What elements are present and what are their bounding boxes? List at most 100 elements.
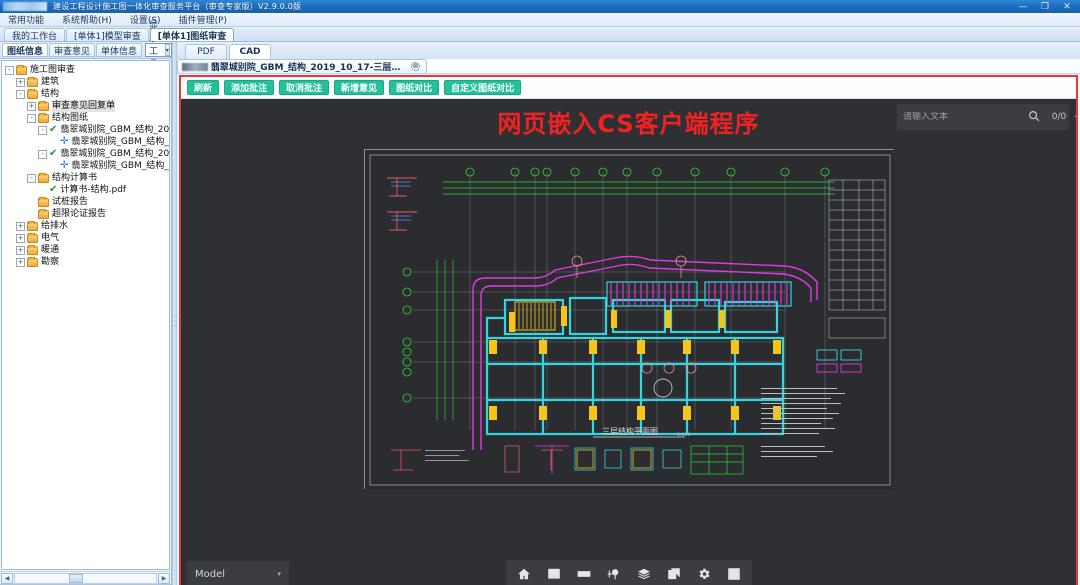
add-annotation-button[interactable]: 添加批注: [224, 80, 275, 95]
tree-node[interactable]: -✔翡翠城别院_GBM_结构_2019_10_17-三: [5, 124, 169, 136]
tree-node-label: 试桩报告: [52, 197, 89, 207]
search-input[interactable]: [903, 112, 1023, 122]
cancel-annotation-button[interactable]: 取消批注: [279, 80, 330, 95]
expand-toggle-icon[interactable]: +: [16, 221, 25, 231]
folder-icon: [27, 256, 38, 267]
tree-node-label: 审查意见回复单: [52, 100, 116, 112]
add-comment-button[interactable]: 新增意见: [334, 80, 385, 95]
expand-toggle-icon[interactable]: +: [16, 257, 25, 267]
subtab-drawing-info[interactable]: 图纸信息: [2, 43, 49, 57]
tree-node[interactable]: + 暖通: [5, 244, 169, 256]
tree-node[interactable]: ✔ 计算书-结构.pdf: [5, 184, 169, 196]
subtab-unit-info[interactable]: 单体信息: [96, 43, 143, 57]
tree-node[interactable]: + 勘察: [5, 256, 169, 268]
pages-icon[interactable]: [664, 564, 684, 584]
collapse-toggle-icon[interactable]: -: [27, 173, 36, 183]
tab-pdf[interactable]: PDF: [185, 44, 227, 59]
drawing-sheet[interactable]: 三层结构平面图 1:100: [363, 149, 895, 490]
tree-node[interactable]: + 给排水: [5, 220, 169, 232]
scroll-right-arrow-icon[interactable]: ▶: [158, 572, 170, 584]
tree-node-label: 结构计算书: [52, 173, 98, 183]
menu-item-plugins[interactable]: 插件管理(P): [177, 13, 229, 26]
tree-node[interactable]: - 结构计算书: [5, 172, 169, 184]
tree-node[interactable]: - 施工图审查: [5, 64, 169, 76]
layers-icon[interactable]: [634, 564, 654, 584]
subtab-review-comments[interactable]: 审查意见: [49, 43, 96, 57]
checked-file-icon: ✔: [49, 184, 58, 195]
drawing-tree-panel[interactable]: - 施工图审查 + 建筑 - 结构 + 审查意见回复单 - 结构图纸 - ✔ 翡翠城别院_GBM_结构_…: [1, 60, 170, 570]
tree-node[interactable]: - 结构图纸: [5, 112, 169, 124]
scroll-thumb[interactable]: [68, 573, 83, 583]
tab-model-review[interactable]: [单体1]模型审查: [66, 28, 149, 42]
chevron-down-icon[interactable]: ▾: [277, 570, 281, 578]
expand-toggle-icon[interactable]: +: [16, 245, 25, 255]
body-split: 图纸信息 审查意见 单体信息 显示工具条 ▾ - 施工图审查 + 建筑 - 结构 + 审查意见…: [0, 21, 1080, 585]
toolbar-visibility-select[interactable]: 显示工具条 ▾: [145, 21, 173, 83]
folder-icon: [27, 88, 38, 99]
checked-file-icon: ✔: [49, 148, 58, 159]
search-icon[interactable]: [1028, 110, 1040, 125]
minimize-button[interactable]: —: [1012, 0, 1034, 13]
zoom-region-icon[interactable]: [544, 564, 564, 584]
tree-node[interactable]: 超限论证报告: [5, 208, 169, 220]
tree-node[interactable]: + 审查意见回复单: [5, 100, 169, 112]
drawing-sheet-icon: ✛: [60, 160, 69, 171]
tree-node-label: 结构图纸: [52, 113, 89, 123]
collapse-toggle-icon[interactable]: -: [38, 149, 47, 159]
measure-icon[interactable]: [574, 564, 594, 584]
tree-node-label: 翡翠城别院_GBM_结构_2019_10_1: [71, 161, 169, 171]
tree-node-label: 建筑: [41, 77, 60, 87]
scroll-track[interactable]: [14, 572, 157, 584]
tab-workbench[interactable]: 我的工作台: [4, 28, 66, 42]
drawing-compare-button[interactable]: 图纸对比: [389, 80, 440, 95]
tree-node[interactable]: ✛翡翠城别院_GBM_结构_2019_10_1: [5, 136, 169, 148]
maximize-button[interactable]: ❐: [1034, 0, 1056, 13]
expand-toggle-icon[interactable]: +: [16, 77, 25, 87]
text-search-box[interactable]: 0/0: [897, 104, 1076, 130]
folder-icon: [16, 64, 27, 75]
application-window: 建设工程设计施工图一体化审查服务平台（审查专家版）V2.9.0.0版 — ❐ ✕…: [0, 0, 1080, 585]
close-icon[interactable]: ⊗: [411, 62, 420, 71]
tree-node[interactable]: 试桩报告: [5, 196, 169, 208]
collapse-toggle-icon[interactable]: -: [38, 125, 47, 135]
file-tab[interactable]: 翡翠城别院_GBM_结构_2019_10_17-三层结构平面图-2.dwg ⊗: [177, 59, 427, 73]
refresh-button[interactable]: 刷新: [187, 80, 220, 95]
tree-node[interactable]: - 结构: [5, 88, 169, 100]
tree-node-label: 施工图审查: [30, 65, 76, 75]
tree-node[interactable]: + 电气: [5, 232, 169, 244]
search-prev-icon[interactable]: [1073, 110, 1076, 124]
tree-node[interactable]: -✔翡翠城别院_GBM_结构_2019_10_17-四: [5, 148, 169, 160]
menu-item-help[interactable]: 系统帮助(H): [60, 13, 114, 26]
structural-floor-plan: 三层结构平面图 1:100: [364, 150, 895, 490]
collapse-toggle-icon[interactable]: -: [5, 65, 14, 75]
expand-toggle-icon[interactable]: +: [16, 233, 25, 243]
model-layout-select[interactable]: Model ▾: [187, 561, 289, 585]
right-panel: PDF CAD 翡翠城别院_GBM_结构_2019_10_17-三层结构平面图-…: [177, 42, 1080, 585]
collapse-toggle-icon[interactable]: -: [27, 113, 36, 123]
expand-toggle-icon[interactable]: +: [27, 101, 36, 111]
viewer-bottom-toolbar: [505, 560, 752, 585]
document-type-tab-bar: PDF CAD: [177, 42, 1080, 59]
tree-node[interactable]: ✛翡翠城别院_GBM_结构_2019_10_1: [5, 160, 169, 172]
tree-horizontal-scrollbar[interactable]: ◀ ▶: [0, 571, 171, 584]
menu-item-common[interactable]: 常用功能: [6, 13, 46, 26]
scroll-left-arrow-icon[interactable]: ◀: [1, 572, 13, 584]
cad-canvas[interactable]: 网页嵌入CS客户端程序 0/0: [181, 99, 1076, 585]
chevron-down-icon[interactable]: ▾: [164, 44, 171, 56]
folder-icon: [27, 220, 38, 231]
fullscreen-icon[interactable]: [724, 564, 744, 584]
custom-drawing-compare-button[interactable]: 自定义图纸对比: [444, 80, 522, 95]
tab-cad[interactable]: CAD: [229, 44, 271, 59]
tree-node[interactable]: + 建筑: [5, 76, 169, 88]
home-icon[interactable]: [514, 564, 534, 584]
tab-drawing-review[interactable]: [单体1]图纸审查: [149, 28, 235, 42]
tree-node-label: 给排水: [41, 221, 69, 231]
settings-gear-icon[interactable]: [694, 564, 714, 584]
collapse-toggle-icon[interactable]: -: [16, 89, 25, 99]
close-button[interactable]: ✕: [1056, 0, 1078, 13]
markup-pin-icon[interactable]: [604, 564, 624, 584]
title-bar: 建设工程设计施工图一体化审查服务平台（审查专家版）V2.9.0.0版 — ❐ ✕: [0, 0, 1080, 13]
